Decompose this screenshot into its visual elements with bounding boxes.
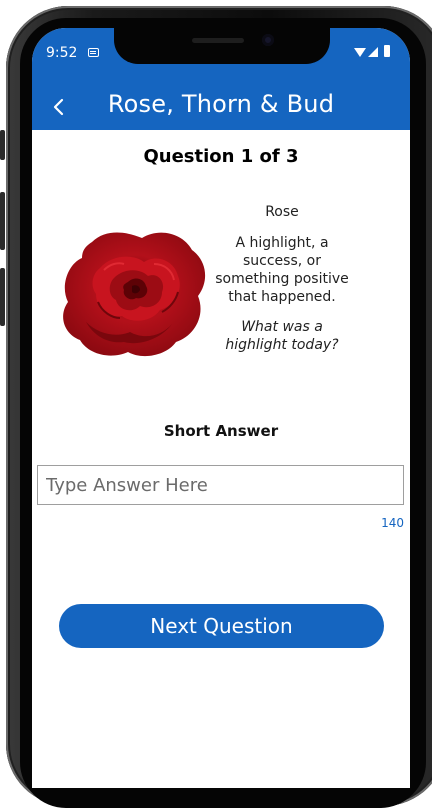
message-icon: [88, 48, 99, 57]
battery-icon: [384, 45, 390, 57]
camera-notch: [114, 28, 330, 64]
signal-icon: [368, 47, 378, 57]
page-title: Rose, Thorn & Bud: [107, 90, 335, 118]
prompt-question: What was a highlight today?: [225, 319, 339, 353]
volume-down-button: [0, 192, 5, 250]
status-icons: [354, 45, 398, 59]
prompt-block: Rose A highlight, a success, or somethin…: [212, 204, 352, 354]
status-bar: 9:52: [32, 28, 410, 82]
wifi-icon: [354, 48, 366, 57]
status-time: 9:52: [46, 45, 78, 61]
front-camera: [262, 34, 274, 46]
volume-up-button: [0, 130, 5, 160]
app-bar: Rose, Thorn & Bud: [32, 82, 410, 130]
phone-frame: 9:52 Rose, Thorn & Bud Question 1 of 3 R…: [0, 0, 432, 808]
answer-input[interactable]: [37, 465, 404, 505]
prompt-title: Rose: [265, 204, 299, 220]
speaker-grille: [192, 38, 244, 43]
prompt-description: A highlight, a success, or something pos…: [215, 235, 349, 305]
rose-image: [63, 232, 206, 357]
question-counter: Question 1 of 3: [143, 146, 299, 167]
character-limit: 140: [381, 516, 404, 530]
app-screen: 9:52 Rose, Thorn & Bud Question 1 of 3 R…: [32, 28, 410, 788]
power-button: [0, 268, 5, 326]
short-answer-label: Short Answer: [163, 422, 279, 440]
next-question-button[interactable]: Next Question: [59, 604, 384, 648]
